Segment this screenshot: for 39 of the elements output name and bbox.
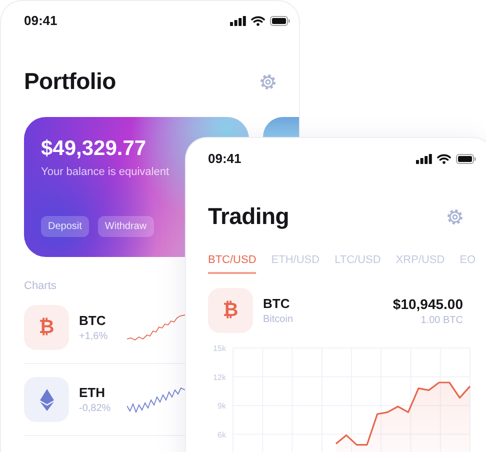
bitcoin-icon: ₿ bbox=[222, 301, 238, 320]
balance-caption: Your balance is equivalent bbox=[41, 166, 170, 178]
screen-title: Portfolio bbox=[24, 68, 116, 95]
pair-tab[interactable]: BTC/USD bbox=[208, 254, 256, 274]
section-label: Charts bbox=[24, 280, 58, 292]
sparkline bbox=[127, 386, 185, 414]
signal-icon bbox=[230, 16, 246, 26]
card-action-button[interactable]: Withdraw bbox=[98, 216, 154, 237]
coin-price: $10,945.00 bbox=[392, 296, 463, 312]
pair-tab[interactable]: EO bbox=[460, 254, 476, 274]
axis-label: 15k bbox=[213, 344, 226, 353]
balance-amount: $49,329.77 bbox=[41, 137, 146, 161]
signal-icon bbox=[416, 154, 432, 164]
coin-symbol: BTC bbox=[263, 296, 291, 311]
axis-label: 9k bbox=[218, 402, 226, 410]
wifi-icon bbox=[251, 16, 265, 26]
coin-name: Bitcoin bbox=[263, 314, 294, 325]
next-card[interactable] bbox=[262, 117, 299, 137]
coin-symbol: ETH bbox=[79, 385, 106, 400]
coin-symbol: BTC bbox=[79, 313, 107, 328]
screen-title: Trading bbox=[208, 203, 289, 230]
pair-tab[interactable]: XRP/USD bbox=[396, 254, 445, 274]
sparkline bbox=[127, 314, 185, 342]
settings-icon[interactable] bbox=[259, 72, 277, 90]
status-time: 09:41 bbox=[208, 151, 242, 166]
wifi-icon bbox=[437, 154, 451, 164]
axis-label: 6k bbox=[218, 430, 226, 440]
pair-tab[interactable]: LTC/USD bbox=[334, 254, 381, 274]
battery-icon bbox=[456, 154, 476, 164]
coin-amount: 1.00 BTC bbox=[420, 314, 463, 326]
card-action-button[interactable]: Deposit bbox=[41, 216, 89, 237]
coin-change: -0,82% bbox=[79, 403, 112, 414]
battery-icon bbox=[270, 16, 290, 26]
settings-icon[interactable] bbox=[446, 208, 464, 226]
pair-tab[interactable]: ETH/USD bbox=[271, 254, 320, 274]
status-time: 09:41 bbox=[24, 13, 58, 28]
axis-label: 12k bbox=[213, 372, 226, 382]
coin-change: +1,6% bbox=[79, 331, 109, 342]
bitcoin-icon: ₿ bbox=[38, 318, 54, 337]
